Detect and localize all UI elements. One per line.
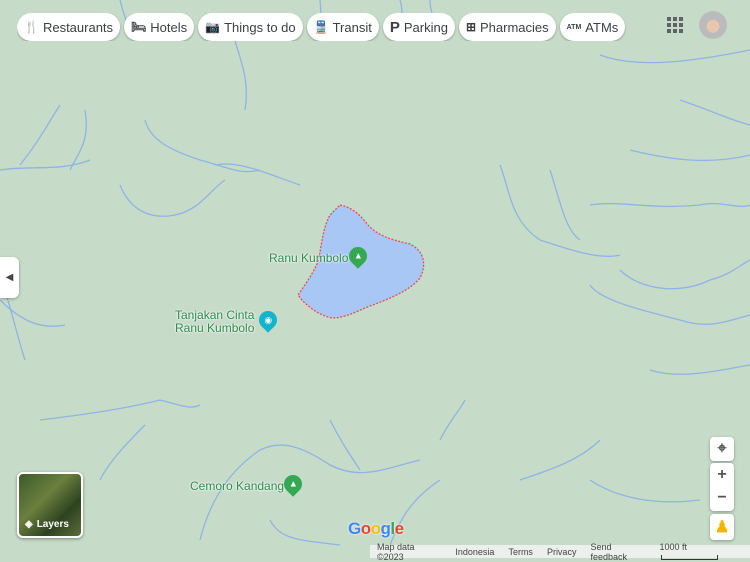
camera-icon: 📷 [205,20,221,34]
fork-knife-icon: 🍴 [24,20,39,34]
chip-hotels[interactable]: 🛏 Hotels [124,13,195,41]
google-logo: Google [348,519,404,538]
chip-pharmacies[interactable]: ⊞ Pharmacies [458,13,556,41]
zoom-in-button[interactable]: + [717,463,726,487]
chip-restaurants[interactable]: 🍴 Restaurants [17,13,121,41]
chip-transit[interactable]: 🚆 Transit [306,13,379,41]
place-label-cemoro-kandang[interactable]: Cemoro Kandang [190,480,284,493]
scale-bar[interactable]: 1000 ft [655,542,750,562]
atm-icon: ATM [566,23,582,31]
chip-things-to-do[interactable]: 📷 Things to do [198,13,303,41]
layers-label: Layers [36,519,69,530]
map-footer: Map data ©2023 Indonesia Terms Privacy S… [370,542,750,562]
chip-label: Pharmacies [480,19,549,35]
country-link[interactable]: Indonesia [448,547,501,557]
chip-label: Transit [332,19,372,35]
crosshair-icon: ⌖ [717,440,727,457]
pegman-button[interactable]: ♟ [710,514,734,540]
chip-parking[interactable]: P Parking [382,13,455,41]
chip-atms[interactable]: ATM ATMs [559,13,626,41]
layers-icon: ◈ [25,519,33,530]
chip-label: Things to do [224,19,296,35]
map-canvas[interactable] [0,0,750,558]
my-location-button[interactable]: ⌖ [710,437,734,461]
chip-label: Restaurants [42,19,114,35]
place-label-ranu-kumbolo[interactable]: Ranu Kumbolo [269,252,348,265]
map-data-attribution[interactable]: Map data ©2023 [370,542,448,562]
layers-button[interactable]: ◈ Layers [17,472,83,538]
chip-label: Parking [403,19,448,35]
pharmacy-icon: ⊞ [465,20,476,34]
privacy-link[interactable]: Privacy [540,547,584,557]
zoom-controls: + − [710,463,734,511]
send-feedback-link[interactable]: Send feedback [583,542,655,562]
collapse-panel-button[interactable]: ◀ [0,257,19,298]
place-label-tanjakan-cinta[interactable]: Tanjakan Cinta Ranu Kumbolo [175,309,254,335]
train-icon: 🚆 [313,20,329,34]
bed-icon: 🛏 [131,20,147,34]
apps-grid-icon[interactable] [667,17,683,33]
terms-link[interactable]: Terms [501,547,540,557]
chip-label: Hotels [150,19,188,35]
category-chips: 🍴 Restaurants 🛏 Hotels 📷 Things to do 🚆 Tran… [17,13,662,41]
chip-label: ATMs [585,19,619,35]
zoom-out-button[interactable]: − [717,487,726,511]
pegman-icon: ♟ [714,519,730,536]
chevron-left-icon: ◀ [5,272,14,283]
avatar[interactable] [699,11,727,39]
parking-icon: P [389,18,400,36]
